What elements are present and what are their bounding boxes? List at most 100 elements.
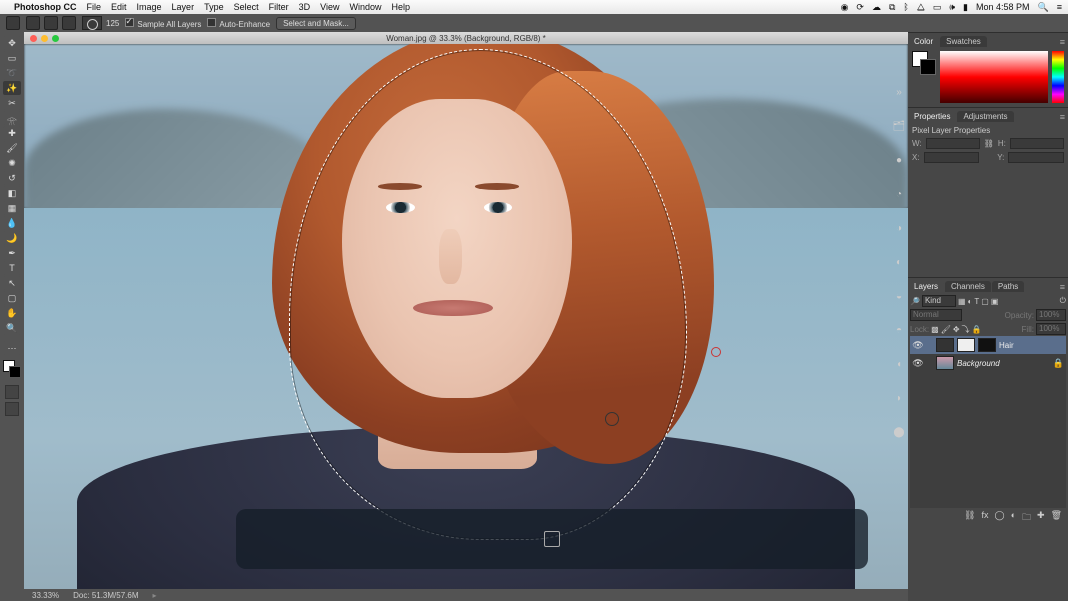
tool-path-select[interactable]: ↖ [3,276,21,290]
app-name[interactable]: Photoshop CC [14,2,77,12]
filter-kind-select[interactable]: Kind [922,295,956,307]
menu-select[interactable]: Select [234,2,259,12]
visibility-toggle-icon[interactable]: 👁 [912,340,924,351]
window-close-icon[interactable] [30,35,37,42]
status-zoom[interactable]: 33.33% [32,591,59,600]
blend-mode-select[interactable]: Normal [910,309,962,321]
tab-layers[interactable]: Layers [908,281,944,292]
link-layers-icon[interactable]: ⛓ [964,510,975,526]
layer-fx-icon[interactable]: fx [981,510,988,526]
tool-preset-icon[interactable] [6,16,20,30]
filter-pixel-icon[interactable]: ▦ [958,297,966,306]
menu-filter[interactable]: Filter [269,2,289,12]
menu-window[interactable]: Window [349,2,381,12]
status-volume-icon[interactable]: 🕪 [949,2,955,13]
menu-help[interactable]: Help [391,2,410,12]
lock-nest-icon[interactable]: ⤵ [962,324,970,335]
brush-preset3-icon[interactable]: ◐ [888,251,910,273]
tool-edit-toolbar[interactable]: ⋯ [3,341,21,355]
lock-transparent-icon[interactable]: ▩ [931,325,939,334]
quick-select-add-icon[interactable] [44,16,58,30]
lock-pixels-icon[interactable]: 🖌 [941,325,951,334]
layer-name-hair[interactable]: Hair [999,341,1064,350]
brush-panel-icon[interactable]: ● [888,149,910,171]
filter-adjust-icon[interactable]: ◐ [968,297,973,306]
brush-preset6-icon[interactable]: ◖ [888,353,910,375]
new-group-icon[interactable]: 🗀 [1022,510,1031,526]
menu-type[interactable]: Type [204,2,224,12]
document-titlebar[interactable]: Woman.jpg @ 33.3% (Background, RGB/8) * [24,32,908,44]
tool-brush[interactable]: 🖌 [3,141,21,155]
tool-healing[interactable]: ✚ [3,126,21,140]
quick-select-new-icon[interactable] [26,16,40,30]
tool-pen[interactable]: ✒ [3,246,21,260]
brush-preset5-icon[interactable]: ◓ [888,319,910,341]
layer-name-background[interactable]: Background [957,359,1050,368]
brush-preset4-icon[interactable]: ◒ [888,285,910,307]
tool-blur[interactable]: 💧 [3,216,21,230]
window-zoom-icon[interactable] [52,35,59,42]
tool-marquee[interactable]: ▭ [3,51,21,65]
quick-select-subtract-icon[interactable] [62,16,76,30]
prop-w-field[interactable] [926,138,980,149]
tool-dodge[interactable]: 🌙 [3,231,21,245]
status-bluetooth-icon[interactable]: ᛒ [903,2,908,12]
brush-preset7-icon[interactable]: ◗ [888,387,910,409]
lock-position-icon[interactable]: ✥ [953,325,960,334]
properties-panel-menu-icon[interactable]: ≡ [1060,112,1065,122]
tool-stamp[interactable]: ✺ [3,156,21,170]
tool-move[interactable]: ✥ [3,36,21,50]
tab-color[interactable]: Color [908,36,939,47]
background-color-swatch[interactable] [9,366,21,378]
status-dropbox-icon[interactable]: ⧉ [889,2,895,13]
spotlight-icon[interactable]: 🔍 [1038,2,1049,13]
tool-quick-select[interactable]: ✨ [3,81,21,95]
lock-icon[interactable]: 🔒 [1053,358,1064,369]
tool-gradient[interactable]: ▦ [3,201,21,215]
menu-view[interactable]: View [320,2,339,12]
delete-layer-icon[interactable]: 🗑 [1051,510,1062,526]
tab-paths[interactable]: Paths [992,281,1024,292]
status-battery-icon[interactable]: ▮ [963,2,968,13]
status-wifi-icon[interactable]: ⧋ [917,2,925,13]
tool-eyedropper[interactable]: 𓁿 [3,111,21,125]
filter-type-icon[interactable]: T [974,297,979,306]
filter-kind-icon[interactable]: 🔎 [910,297,920,306]
tab-swatches[interactable]: Swatches [940,36,987,47]
menu-edit[interactable]: Edit [111,2,127,12]
layer-row-background[interactable]: 👁 Background 🔒 [910,354,1066,372]
canvas[interactable] [24,44,908,589]
tool-rectangle[interactable]: ▢ [3,291,21,305]
tab-adjustments[interactable]: Adjustments [957,111,1013,122]
quickmask-toggle[interactable] [5,385,19,399]
prop-x-field[interactable] [924,152,980,163]
status-camera-icon[interactable]: ◉ [841,2,849,13]
tab-channels[interactable]: Channels [945,281,991,292]
sample-all-layers-checkbox[interactable]: Sample All Layers [125,18,201,29]
brush-preview-icon[interactable] [82,16,102,30]
fill-value[interactable]: 100% [1036,323,1066,335]
tool-lasso[interactable]: ➰ [3,66,21,80]
color-fg-bg-swatch[interactable] [912,51,936,75]
color-panel-menu-icon[interactable]: ≡ [1060,37,1065,47]
status-display-icon[interactable]: ▭ [933,2,942,13]
menu-3d[interactable]: 3D [299,2,311,12]
brush-preset-icon[interactable]: ◔ [888,183,910,205]
opacity-value[interactable]: 100% [1036,309,1066,321]
link-wh-icon[interactable]: ⛓ [984,139,994,148]
status-caret-icon[interactable]: ▸ [153,591,157,600]
tool-crop[interactable]: ✂ [3,96,21,110]
tool-type[interactable]: T [3,261,21,275]
color-spectrum[interactable] [940,51,1048,103]
auto-enhance-checkbox[interactable]: Auto-Enhance [207,18,270,29]
fg-bg-swatch[interactable] [3,360,21,378]
status-doc-size[interactable]: Doc: 51.3M/57.6M [73,591,138,600]
tool-eraser[interactable]: ◧ [3,186,21,200]
layer-mask2-thumb[interactable] [978,338,996,352]
prop-h-field[interactable] [1010,138,1064,149]
layer-mask-thumb[interactable] [957,338,975,352]
menubar-hamburger-icon[interactable]: ≡ [1057,2,1062,12]
brush-preset8-icon[interactable]: ⬤ [888,421,910,443]
menu-file[interactable]: File [87,2,102,12]
tool-hand[interactable]: ✋ [3,306,21,320]
